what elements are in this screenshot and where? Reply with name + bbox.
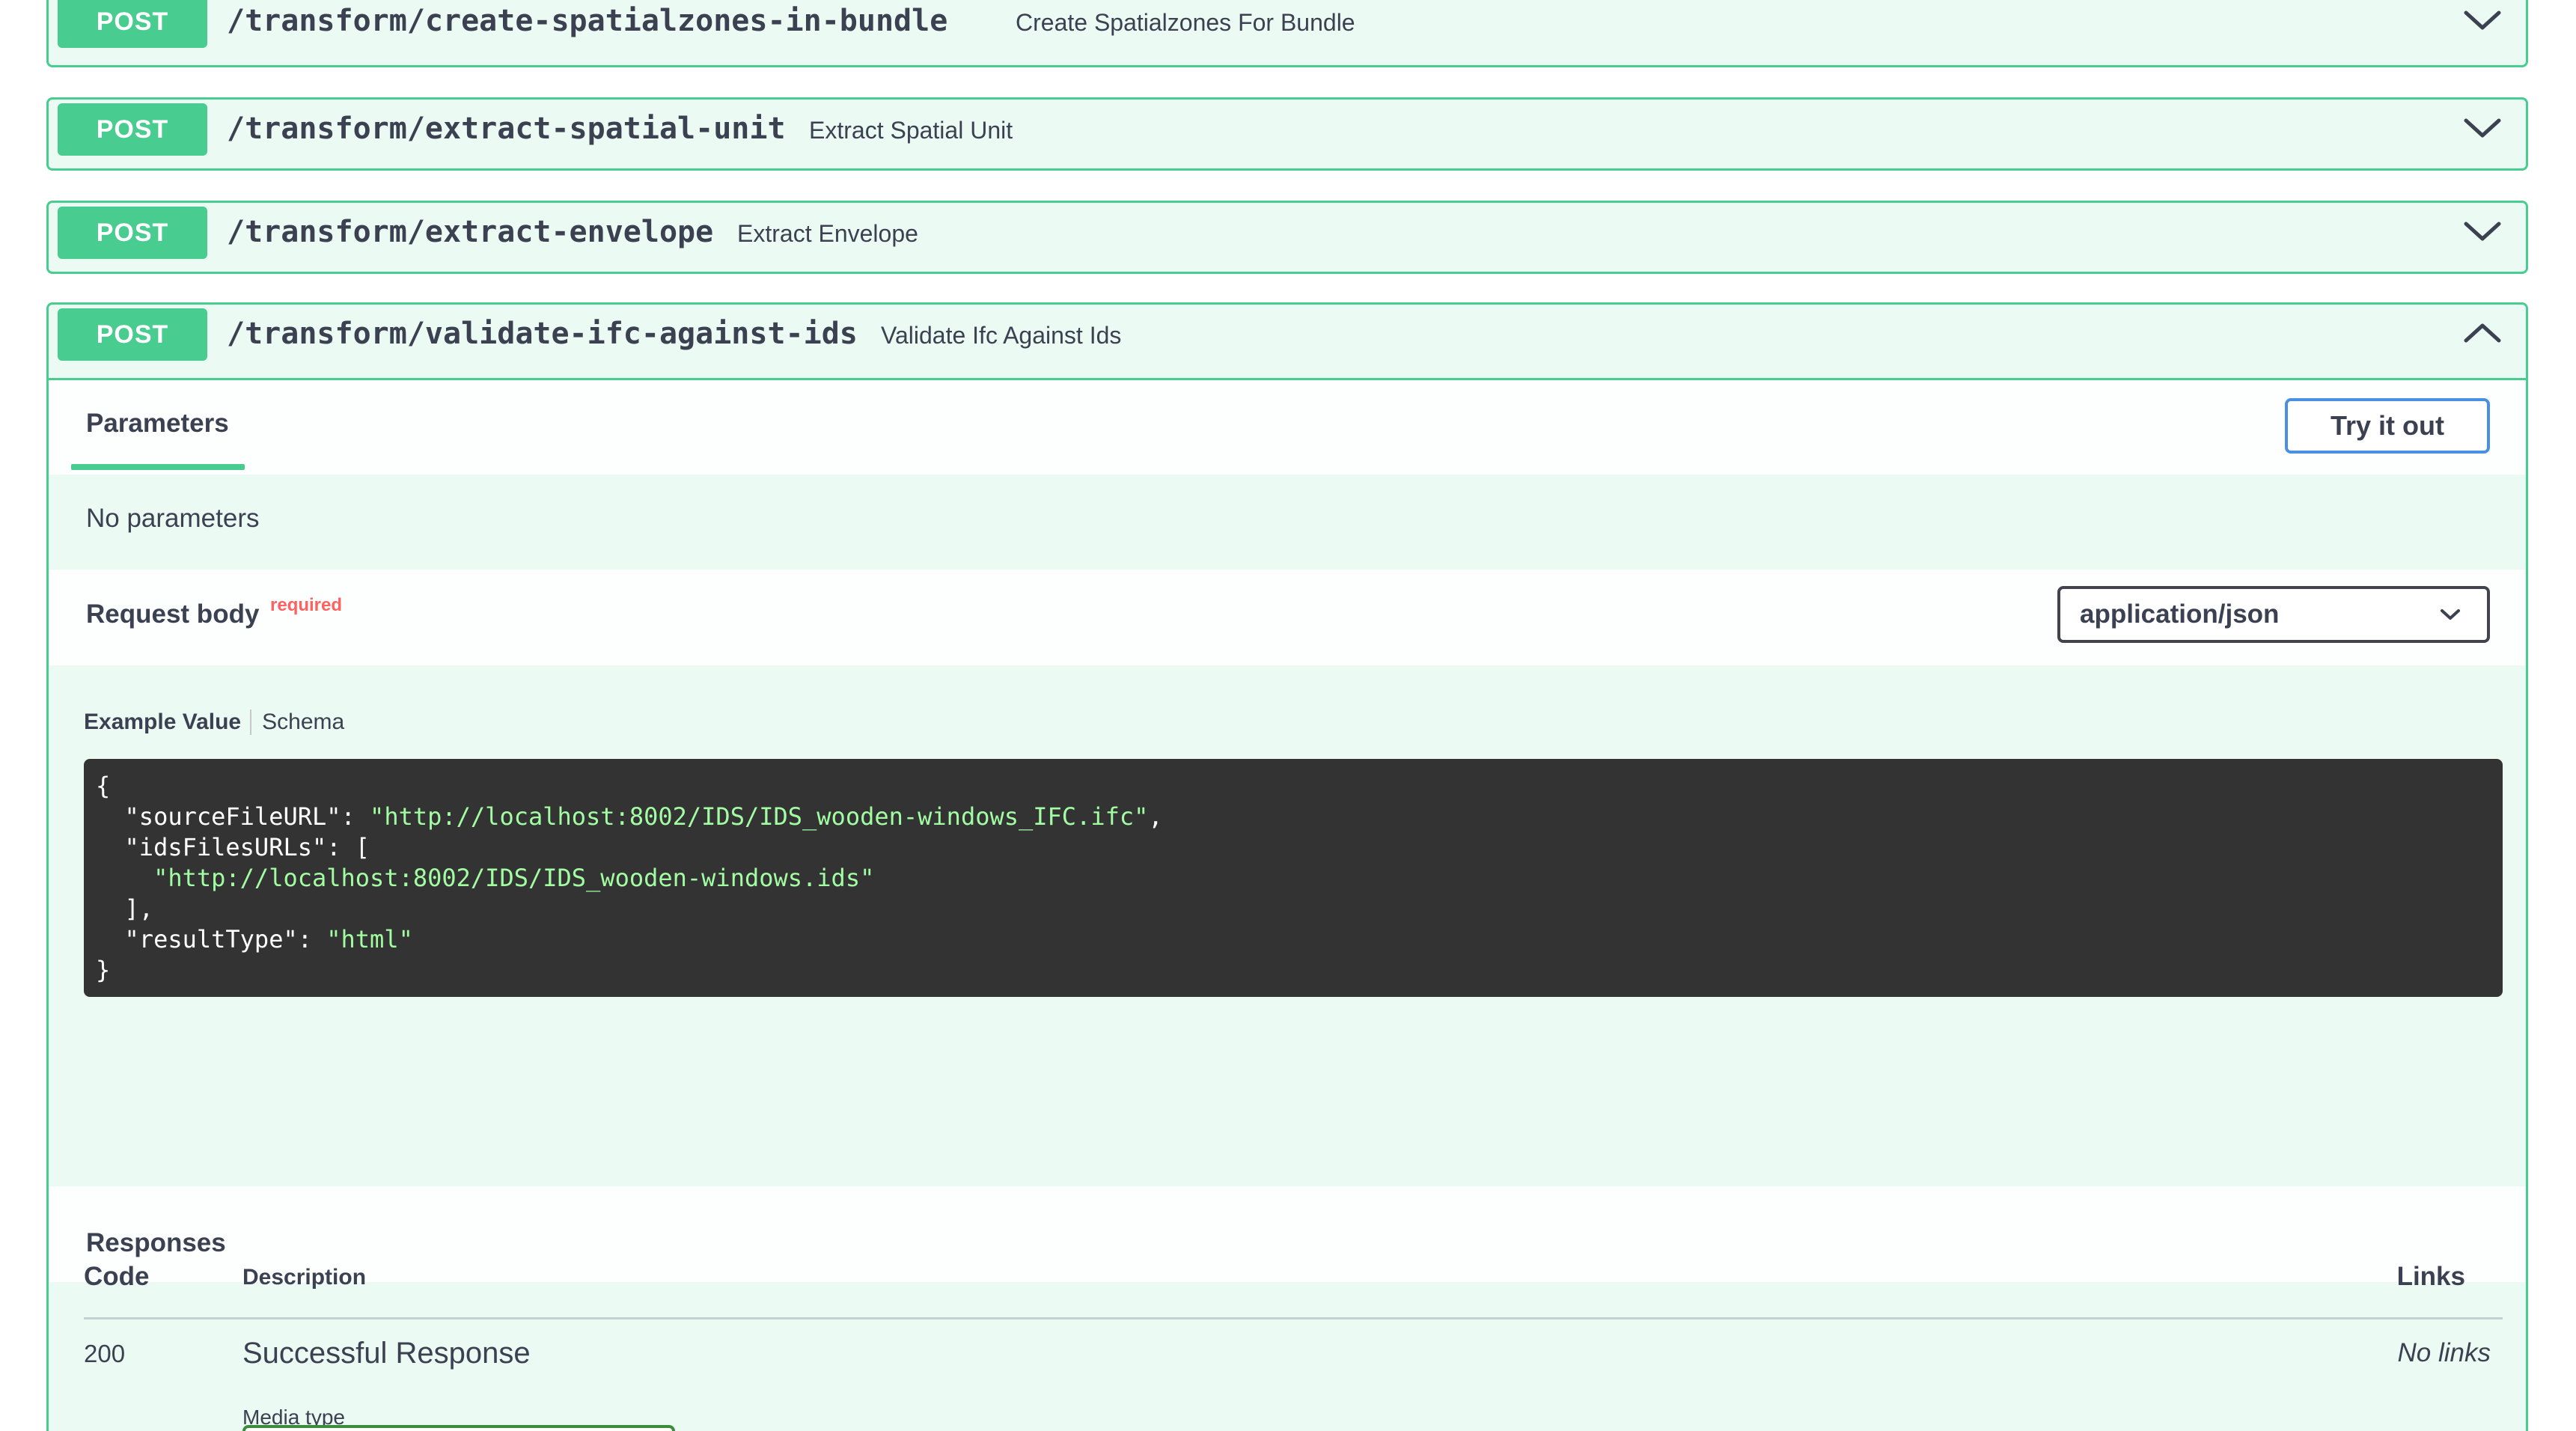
- chevron-down-icon[interactable]: [2461, 5, 2503, 35]
- endpoint-summary: Extract Envelope: [737, 220, 918, 247]
- required-label: required: [270, 595, 343, 615]
- chevron-down-icon[interactable]: [2461, 216, 2503, 246]
- code-string: "html": [326, 925, 413, 954]
- request-body-header: Request body required application/json: [49, 570, 2526, 665]
- tab-schema[interactable]: Schema: [251, 710, 344, 735]
- method-badge: POST: [58, 308, 207, 361]
- opblock-summary[interactable]: POST /transform/create-spatialzones-in-b…: [49, 0, 2526, 65]
- code-line: }: [96, 955, 2491, 986]
- code-line: "idsFilesURLs": [: [96, 832, 2491, 863]
- example-tabs: Example Value Schema: [84, 710, 344, 735]
- method-badge: POST: [58, 0, 207, 48]
- responses-title: Responses: [86, 1228, 226, 1257]
- opblock-extract-envelope: POST /transform/extract-envelope Extract…: [46, 201, 2528, 274]
- response-code: 200: [84, 1340, 126, 1367]
- response-links: No links: [2397, 1338, 2491, 1367]
- try-it-out-button[interactable]: Try it out: [2285, 398, 2490, 454]
- caret-down-icon: [2441, 609, 2460, 620]
- chevron-down-icon[interactable]: [2461, 113, 2503, 143]
- col-header-code: Code: [84, 1262, 150, 1291]
- opblock-summary[interactable]: POST /transform/validate-ifc-against-ids…: [49, 305, 2526, 373]
- code-text: "idsFilesURLs": [: [96, 833, 370, 861]
- code-line: {: [96, 771, 2491, 802]
- no-parameters-text: No parameters: [86, 504, 260, 533]
- endpoint-summary: Create Spatialzones For Bundle: [1016, 9, 1355, 36]
- code-string: "http://localhost:8002/IDS/IDS_wooden-wi…: [153, 864, 875, 892]
- responses-table-header: Code Description Links: [0, 1262, 2576, 1311]
- endpoint-path: /transform/create-spatialzones-in-bundle: [227, 4, 948, 38]
- parameters-header: Parameters Try it out: [49, 380, 2526, 475]
- content-type-select[interactable]: application/json: [2057, 586, 2490, 643]
- opblock-summary[interactable]: POST /transform/extract-spatial-unit Ext…: [49, 100, 2526, 168]
- code-text: }: [96, 956, 111, 984]
- code-line: ],: [96, 894, 2491, 924]
- table-divider: [84, 1317, 2503, 1319]
- endpoint-summary: Validate Ifc Against Ids: [881, 322, 1122, 349]
- tab-parameters[interactable]: Parameters: [86, 409, 229, 439]
- request-body-title: Request body: [86, 599, 260, 629]
- code-line: "sourceFileURL": "http://localhost:8002/…: [96, 802, 2491, 832]
- code-text: ],: [96, 894, 154, 923]
- code-text: "resultType":: [96, 925, 327, 954]
- code-text: {: [96, 772, 111, 800]
- endpoint-path: /transform/extract-spatial-unit: [227, 112, 786, 146]
- content-type-value: application/json: [2080, 599, 2280, 629]
- col-header-links: Links: [2396, 1262, 2465, 1291]
- active-tab-indicator: [71, 464, 245, 470]
- endpoint-summary: Extract Spatial Unit: [809, 117, 1013, 144]
- code-line: "http://localhost:8002/IDS/IDS_wooden-wi…: [96, 863, 2491, 894]
- code-line: "resultType": "html": [96, 924, 2491, 955]
- code-string: "http://localhost:8002/IDS/IDS_wooden-wi…: [370, 802, 1149, 831]
- opblock-summary[interactable]: POST /transform/extract-envelope Extract…: [49, 203, 2526, 272]
- code-text: "sourceFileURL":: [96, 802, 370, 831]
- code-text: ,: [1148, 802, 1163, 831]
- endpoint-path: /transform/validate-ifc-against-ids: [227, 317, 858, 351]
- tab-example-value[interactable]: Example Value: [84, 710, 252, 735]
- example-json-code[interactable]: { "sourceFileURL": "http://localhost:800…: [84, 759, 2503, 997]
- endpoint-path: /transform/extract-envelope: [227, 215, 714, 249]
- opblock-create-spatialzones: POST /transform/create-spatialzones-in-b…: [46, 0, 2528, 67]
- response-media-type-select-top[interactable]: [242, 1425, 675, 1431]
- chevron-up-icon[interactable]: [2461, 318, 2503, 348]
- method-badge: POST: [58, 207, 207, 259]
- opblock-extract-spatial-unit: POST /transform/extract-spatial-unit Ext…: [46, 97, 2528, 171]
- response-description: Successful Response: [242, 1337, 531, 1370]
- col-header-description: Description: [242, 1265, 367, 1290]
- method-badge: POST: [58, 103, 207, 156]
